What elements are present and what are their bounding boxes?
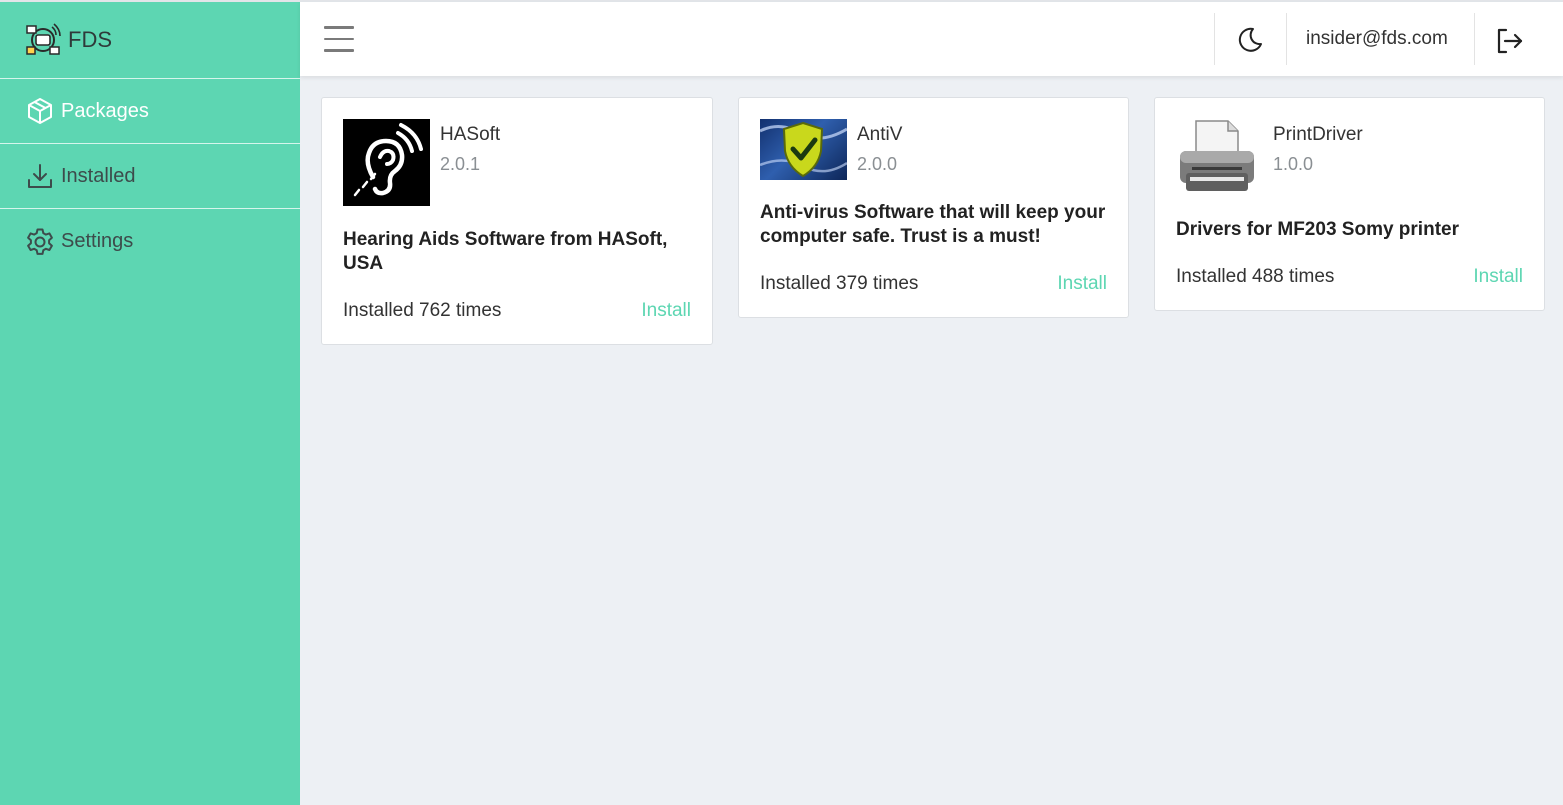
package-name: PrintDriver bbox=[1273, 124, 1363, 145]
sidebar-item-packages[interactable]: Packages bbox=[0, 79, 300, 144]
logout-icon[interactable] bbox=[1494, 26, 1524, 56]
package-version: 2.0.1 bbox=[440, 154, 481, 174]
top-header: insider@fds.com bbox=[300, 2, 1563, 76]
install-button[interactable]: Install bbox=[641, 300, 691, 322]
install-count: Installed 379 times bbox=[760, 273, 919, 294]
gear-icon bbox=[25, 227, 55, 257]
moon-icon[interactable] bbox=[1236, 26, 1264, 54]
package-card: PrintDriver 1.0.0 Drivers for MF203 Somy… bbox=[1154, 97, 1545, 311]
package-name: AntiV bbox=[857, 124, 903, 145]
package-icon bbox=[25, 96, 55, 126]
header-divider bbox=[1474, 13, 1475, 65]
brand[interactable]: FDS bbox=[0, 2, 300, 79]
sidebar-item-label: Installed bbox=[61, 164, 136, 187]
sidebar-item-settings[interactable]: Settings bbox=[0, 209, 300, 274]
header-divider bbox=[1286, 13, 1287, 65]
sidebar: FDS Packages Installed Settings bbox=[0, 2, 300, 805]
hamburger-menu-icon[interactable] bbox=[324, 26, 356, 54]
shield-check-icon bbox=[760, 119, 847, 180]
package-version: 2.0.0 bbox=[857, 154, 898, 174]
user-email[interactable]: insider@fds.com bbox=[1306, 28, 1448, 50]
install-count: Installed 488 times bbox=[1176, 266, 1335, 287]
sidebar-item-installed[interactable]: Installed bbox=[0, 144, 300, 209]
sidebar-item-label: Packages bbox=[61, 99, 149, 122]
install-button[interactable]: Install bbox=[1057, 273, 1107, 295]
hearing-icon bbox=[343, 119, 430, 206]
sidebar-item-label: Settings bbox=[61, 230, 134, 252]
install-count: Installed 762 times bbox=[343, 300, 502, 321]
package-description: Hearing Aids Software from HASoft, USA bbox=[343, 229, 668, 274]
printer-icon bbox=[1176, 119, 1263, 196]
package-name: HASoft bbox=[440, 124, 501, 145]
package-card: AntiV 2.0.0 Anti-virus Software that wil… bbox=[738, 97, 1129, 318]
package-description: Anti-virus Software that will keep your … bbox=[760, 202, 1106, 247]
download-icon bbox=[25, 161, 55, 191]
fds-logo-icon bbox=[26, 23, 61, 55]
package-description: Drivers for MF203 Somy printer bbox=[1176, 219, 1459, 240]
package-card: HASoft 2.0.1 Hearing Aids Software from … bbox=[321, 97, 713, 345]
package-version: 1.0.0 bbox=[1273, 154, 1314, 174]
header-divider bbox=[1214, 13, 1215, 65]
install-button[interactable]: Install bbox=[1473, 266, 1523, 288]
brand-name: FDS bbox=[68, 27, 112, 52]
